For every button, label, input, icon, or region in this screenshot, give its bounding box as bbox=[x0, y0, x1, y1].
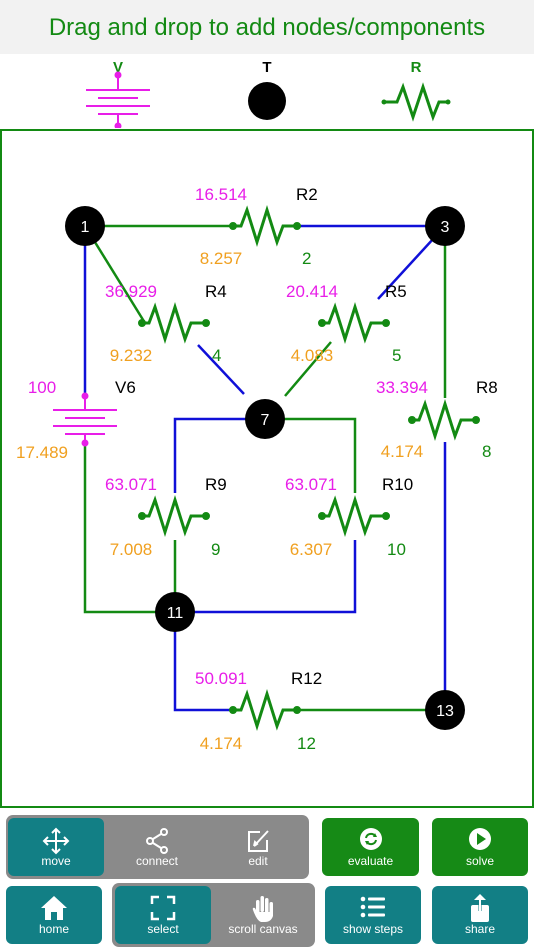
r12-index: 12 bbox=[297, 734, 316, 753]
evaluate-button[interactable]: evaluate bbox=[322, 818, 419, 876]
list-icon bbox=[360, 896, 385, 918]
r2-bottom-value: 8.257 bbox=[200, 249, 243, 268]
palette-label-r: R bbox=[411, 59, 422, 76]
select-frame-icon bbox=[150, 895, 176, 921]
resistor-icon bbox=[381, 82, 451, 122]
r2-top-value: 16.514 bbox=[195, 185, 247, 204]
scroll-canvas-label: scroll canvas bbox=[228, 922, 298, 936]
node-label: 1 bbox=[81, 219, 90, 236]
scroll-canvas-button[interactable]: scroll canvas bbox=[214, 886, 312, 944]
r9-index: 9 bbox=[211, 540, 220, 559]
palette-label-t: T bbox=[262, 59, 271, 76]
select-label: select bbox=[147, 922, 179, 936]
home-label: home bbox=[38, 922, 70, 936]
r8-name: R8 bbox=[476, 378, 498, 397]
r5-name: R5 bbox=[385, 282, 407, 301]
r9-bottom-value: 7.008 bbox=[110, 540, 153, 559]
r2-index: 2 bbox=[302, 249, 311, 268]
play-icon bbox=[469, 828, 491, 850]
move-button[interactable]: move bbox=[8, 818, 104, 876]
home-icon bbox=[41, 896, 67, 920]
share-icon bbox=[471, 894, 489, 922]
show-steps-button[interactable]: show steps bbox=[325, 886, 421, 944]
r10-index: 10 bbox=[387, 540, 406, 559]
connect-label: connect bbox=[135, 854, 179, 868]
node-label: 11 bbox=[167, 605, 184, 622]
page-title: Drag and drop to add nodes/components bbox=[0, 0, 534, 54]
terminal-node-icon bbox=[248, 82, 286, 120]
r8-top-value: 33.394 bbox=[376, 378, 428, 397]
palette-item-voltage-source[interactable]: V bbox=[86, 59, 150, 128]
r4-bottom-value: 9.232 bbox=[110, 346, 153, 365]
node-label: 3 bbox=[441, 219, 450, 236]
circuit-node-1[interactable]: 1 bbox=[65, 206, 105, 246]
node-label: 13 bbox=[436, 703, 454, 720]
r5-index: 5 bbox=[392, 346, 401, 365]
palette-item-terminal[interactable]: T bbox=[248, 59, 286, 120]
refresh-icon bbox=[359, 828, 382, 850]
r5-bottom-value: 4.083 bbox=[291, 346, 334, 365]
circuit-canvas[interactable]: 1 3 7 11 13 16.514 R2 8.257 2 36.929 R4 bbox=[0, 129, 534, 809]
r10-bottom-value: 6.307 bbox=[290, 540, 333, 559]
v6-top-value: 100 bbox=[28, 378, 56, 397]
solve-button[interactable]: solve bbox=[432, 818, 528, 876]
r8-bottom-value: 4.174 bbox=[381, 442, 424, 461]
share-button[interactable]: share bbox=[432, 886, 528, 944]
show-steps-label: show steps bbox=[342, 922, 404, 936]
move-arrows-icon bbox=[42, 827, 70, 855]
palette-item-resistor[interactable]: R bbox=[381, 59, 451, 122]
bottom-toolbar: move connect edit evaluate solve home se… bbox=[0, 810, 534, 950]
r10-name: R10 bbox=[382, 475, 413, 494]
r5-top-value: 20.414 bbox=[286, 282, 338, 301]
component-palette: V T R bbox=[0, 54, 534, 128]
r12-bottom-value: 4.174 bbox=[200, 734, 243, 753]
r12-top-value: 50.091 bbox=[195, 669, 247, 688]
edit-label: edit bbox=[248, 854, 268, 868]
r2-name: R2 bbox=[296, 185, 318, 204]
solve-label: solve bbox=[465, 854, 494, 868]
node-label: 7 bbox=[261, 412, 270, 429]
connect-button[interactable]: connect bbox=[108, 818, 206, 876]
circuit-node-7[interactable]: 7 bbox=[245, 399, 285, 439]
hand-icon bbox=[252, 896, 273, 922]
v6-name: V6 bbox=[115, 378, 136, 397]
r12-name: R12 bbox=[291, 669, 322, 688]
move-label: move bbox=[41, 854, 71, 868]
circuit-node-13[interactable]: 13 bbox=[425, 690, 465, 730]
edit-pencil-icon bbox=[248, 830, 269, 852]
evaluate-label: evaluate bbox=[347, 854, 394, 868]
r10-top-value: 63.071 bbox=[285, 475, 337, 494]
r9-name: R9 bbox=[205, 475, 227, 494]
edit-button[interactable]: edit bbox=[209, 818, 307, 876]
r8-index: 8 bbox=[482, 442, 491, 461]
share-label: share bbox=[464, 922, 496, 936]
r9-top-value: 63.071 bbox=[105, 475, 157, 494]
circuit-node-11[interactable]: 11 bbox=[155, 592, 195, 632]
connect-nodes-icon bbox=[146, 828, 168, 854]
circuit-node-3[interactable]: 3 bbox=[425, 206, 465, 246]
home-button[interactable]: home bbox=[6, 886, 102, 944]
battery-icon bbox=[86, 71, 150, 128]
r4-top-value: 36.929 bbox=[105, 282, 157, 301]
v6-bottom-value: 17.489 bbox=[16, 443, 68, 462]
r4-index: 4 bbox=[212, 346, 221, 365]
select-button[interactable]: select bbox=[115, 886, 211, 944]
r4-name: R4 bbox=[205, 282, 227, 301]
